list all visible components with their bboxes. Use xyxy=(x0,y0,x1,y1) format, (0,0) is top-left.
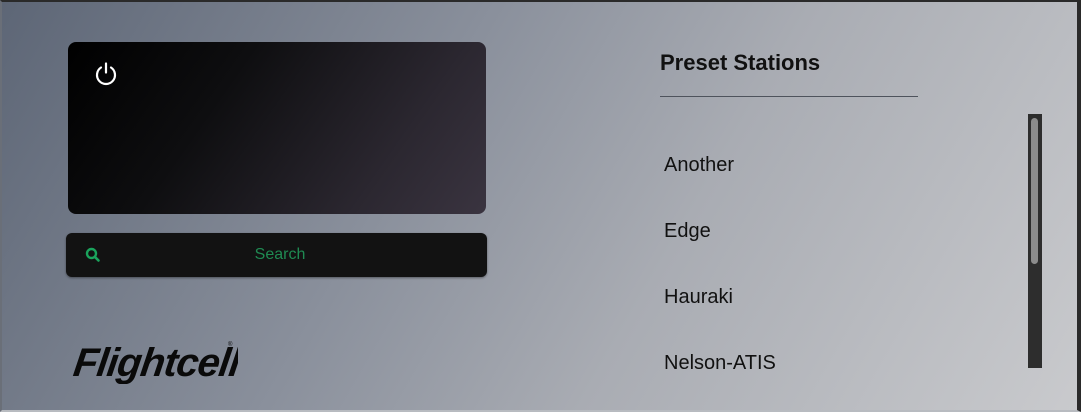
preset-stations-title: Preset Stations xyxy=(660,50,821,75)
radio-app-window: Flightcell ® Preset Stations Another Edg… xyxy=(0,0,1081,412)
svg-text:®: ® xyxy=(228,341,233,348)
power-button[interactable] xyxy=(90,58,122,90)
station-item-another[interactable]: Another xyxy=(664,154,734,177)
station-item-edge[interactable]: Edge xyxy=(664,220,711,243)
station-item-hauraki[interactable]: Hauraki xyxy=(664,286,733,309)
station-item-nelson-atis[interactable]: Nelson-ATIS xyxy=(664,352,776,370)
search-icon xyxy=(85,247,100,262)
search-input[interactable] xyxy=(110,233,450,277)
power-icon xyxy=(95,62,117,86)
svg-text:Flightcell: Flightcell xyxy=(71,340,238,384)
scrollbar-thumb[interactable] xyxy=(1031,118,1038,264)
preset-station-list: Another Edge Hauraki Nelson-ATIS xyxy=(664,142,1004,370)
radio-display-panel xyxy=(68,42,486,214)
title-divider xyxy=(660,96,918,97)
search-bar[interactable] xyxy=(66,233,487,277)
station-list-scrollbar[interactable] xyxy=(1028,114,1042,368)
flightcell-logo: Flightcell ® xyxy=(71,340,238,384)
